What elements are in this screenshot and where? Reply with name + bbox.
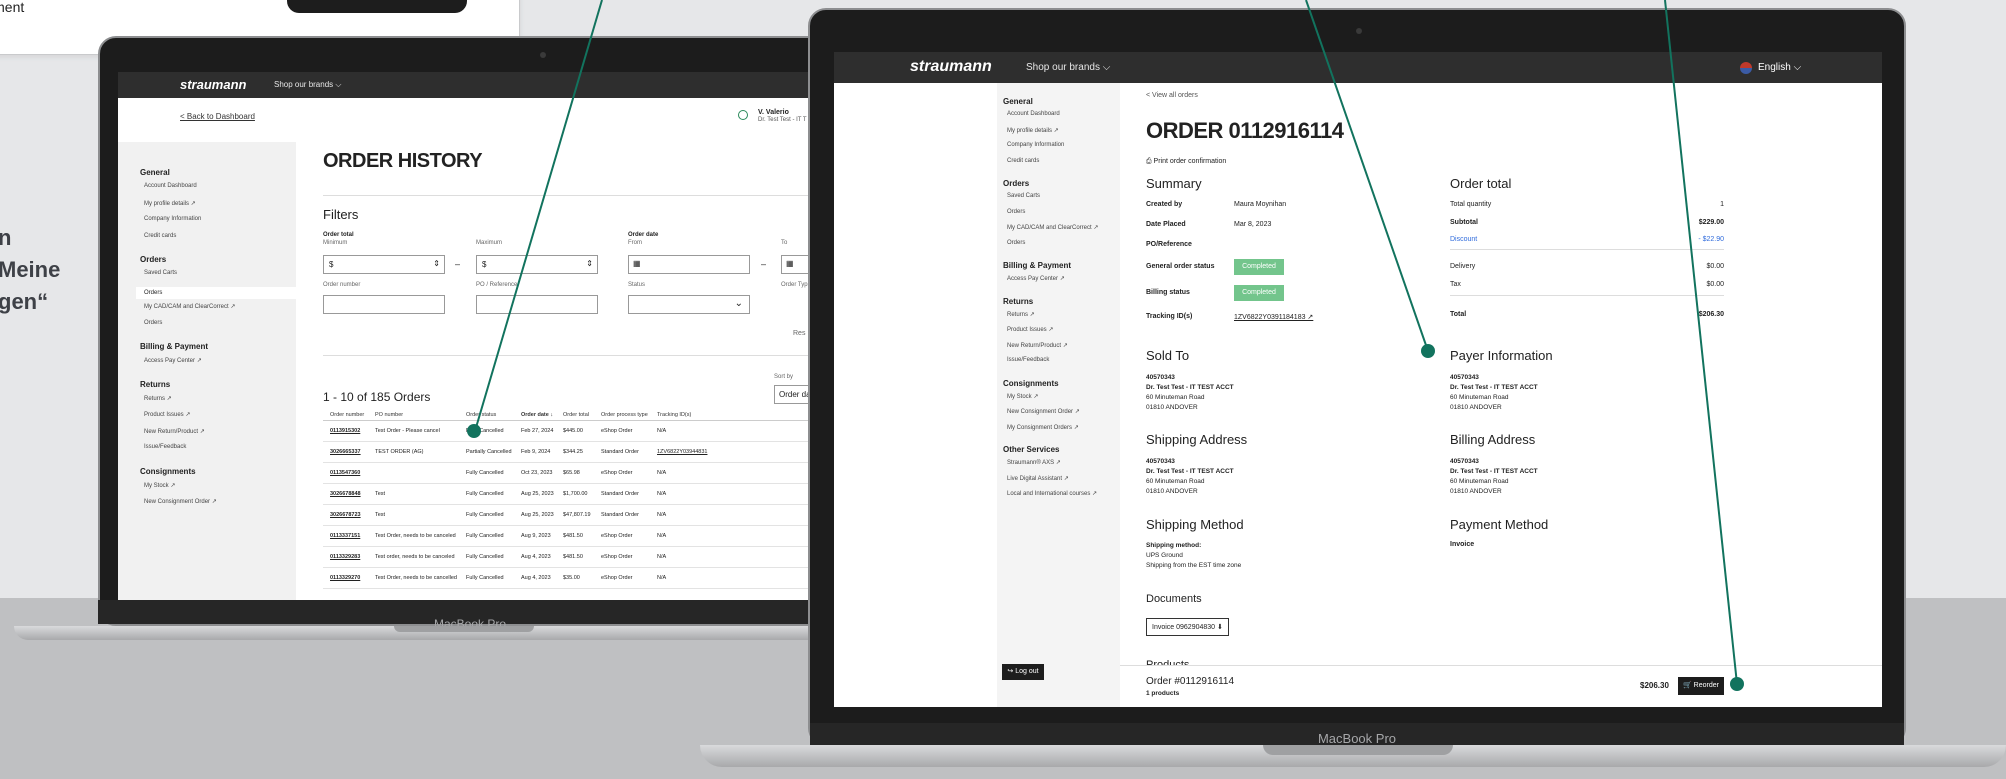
annotation-dot-3 bbox=[1730, 677, 1744, 691]
annotation-line-2 bbox=[1305, 0, 1429, 352]
annotation-lines bbox=[474, 0, 1738, 685]
annotation-line-3 bbox=[1664, 0, 1738, 685]
annotation-dot-2 bbox=[1421, 344, 1435, 358]
annotation-line-1 bbox=[474, 0, 603, 432]
annotation-dot-1 bbox=[467, 424, 481, 438]
